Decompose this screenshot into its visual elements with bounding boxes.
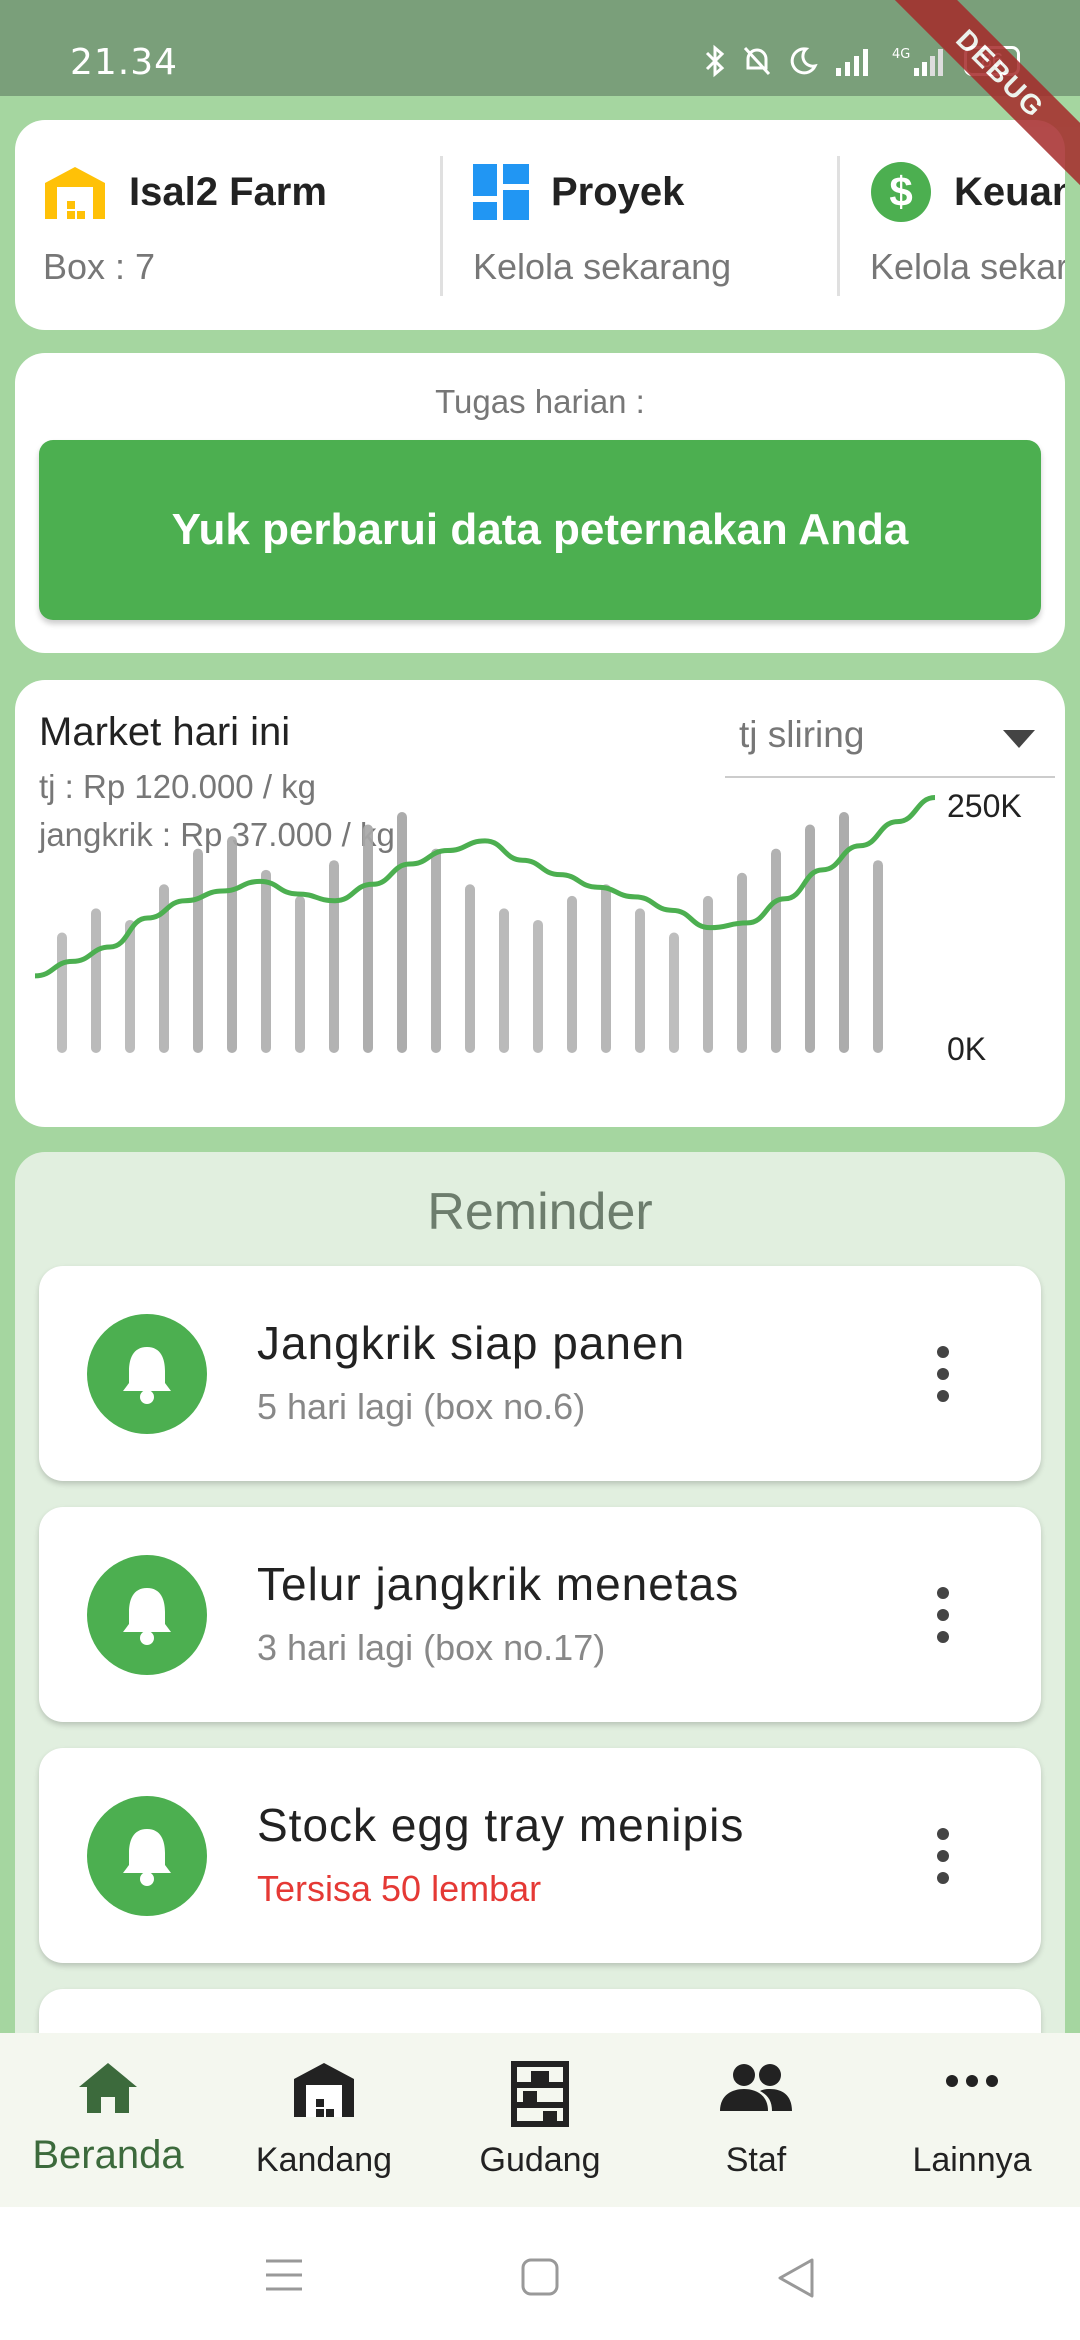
nav-label: Staf: [725, 2141, 787, 2179]
chart-bar: [567, 895, 577, 1053]
chart-bar: [193, 848, 203, 1053]
quick-item-farm[interactable]: Isal2 Farm Box : 7: [43, 156, 327, 296]
chart-bar: [635, 908, 645, 1053]
chart-bar: [465, 884, 475, 1053]
bell-icon: [87, 1314, 207, 1434]
nav-item-kandang[interactable]: Kandang: [216, 2033, 432, 2207]
home-button[interactable]: [520, 2257, 560, 2297]
chart-bar: [499, 908, 509, 1053]
home-icon: [79, 2063, 137, 2113]
reminder-subtitle-alert: Tersisa 50 lembar: [257, 1868, 542, 1909]
more-vertical-icon[interactable]: [923, 1344, 963, 1404]
nav-label: Gudang: [479, 2141, 601, 2179]
market-card: Market hari ini tj : Rp 120.000 / kg jan…: [15, 680, 1065, 1127]
quick-access-card: Isal2 Farm Box : 7 Proyek Kelola sekaran…: [15, 120, 1065, 330]
reminder-subtitle: 5 hari lagi (box no.6): [257, 1386, 586, 1427]
barn-icon: [294, 2063, 354, 2117]
bell-icon: [87, 1555, 207, 1675]
more-vertical-icon[interactable]: [923, 1585, 963, 1645]
chart-line: [34, 795, 936, 979]
chart-bar: [397, 812, 407, 1053]
chart-bar: [91, 908, 101, 1053]
recents-button[interactable]: [264, 2257, 304, 2293]
reminder-item[interactable]: Jangkrik siap panen 5 hari lagi (box no.…: [39, 1266, 1041, 1481]
nav-item-lainnya[interactable]: Lainnya: [864, 2033, 1080, 2207]
reminder-title: Telur jangkrik menetas: [257, 1558, 740, 1610]
quick-item-finance[interactable]: $ Keuangan Kelola sekarang: [870, 156, 1065, 296]
bottom-navigation: Beranda Kandang Gudang Staf Lainnya: [0, 2033, 1080, 2207]
signal-icon: [836, 49, 868, 76]
update-farm-data-button[interactable]: Yuk perbarui data peternakan Anda: [39, 440, 1041, 620]
market-chart: 250K 0K: [34, 788, 1022, 1067]
chart-bar: [703, 895, 713, 1053]
reminder-subtitle: 3 hari lagi (box no.17): [257, 1627, 606, 1668]
svg-text:4G: 4G: [892, 47, 910, 62]
reminder-item[interactable]: Telur jangkrik menetas 3 hari lagi (box …: [39, 1507, 1041, 1722]
quick-item-subtitle: Box : 7: [43, 246, 156, 287]
reminder-title: Jangkrik siap panen: [257, 1317, 686, 1369]
nav-item-gudang[interactable]: Gudang: [432, 2033, 648, 2207]
chart-bar: [431, 848, 441, 1053]
reminder-item[interactable]: Stock egg tray menipis Tersisa 50 lembar: [39, 1748, 1041, 1963]
bluetooth-icon: [705, 44, 725, 78]
more-horizontal-icon: [946, 2075, 998, 2087]
daily-task-card: Tugas harian : Yuk perbarui data peterna…: [15, 353, 1065, 653]
daily-task-label: Tugas harian :: [435, 383, 645, 420]
more-vertical-icon[interactable]: [923, 1826, 963, 1886]
divider: [440, 156, 443, 296]
moon-icon: [790, 47, 818, 75]
chart-bar: [295, 895, 305, 1053]
quick-item-title: Keuangan: [954, 169, 1065, 214]
system-navigation-bar: [0, 2207, 1080, 2340]
chart-bar: [805, 824, 815, 1053]
reminder-title: Stock egg tray menipis: [257, 1799, 745, 1851]
chart-bar: [227, 836, 237, 1053]
nav-label: Beranda: [32, 2133, 184, 2177]
chart-bar: [771, 848, 781, 1053]
dollar-icon: $: [871, 162, 931, 222]
mute-bell-icon: [743, 46, 771, 76]
chart-bar: [669, 932, 679, 1053]
y-tick-label: 250K: [947, 788, 1022, 824]
nav-label: Kandang: [255, 2141, 393, 2179]
quick-item-subtitle: Kelola sekarang: [870, 246, 1065, 287]
nav-label: Lainnya: [912, 2141, 1032, 2179]
quick-item-subtitle: Kelola sekarang: [473, 246, 732, 287]
signal-4g-icon: 4G: [892, 47, 943, 76]
svg-text:$: $: [889, 168, 912, 215]
chart-bar: [57, 932, 67, 1053]
status-time: 21.34: [70, 42, 179, 83]
reminder-heading: Reminder: [427, 1183, 653, 1241]
chart-bar: [873, 860, 883, 1053]
quick-item-project[interactable]: Proyek Kelola sekarang: [473, 156, 731, 296]
shelves-icon: [511, 2061, 569, 2127]
chart-bar: [601, 884, 611, 1053]
chart-bar: [533, 919, 543, 1053]
quick-item-title: Isal2 Farm: [129, 169, 327, 214]
y-tick-label: 0K: [947, 1031, 986, 1067]
divider: [837, 156, 840, 296]
dashboard-icon: [473, 164, 529, 220]
chart-bar: [363, 824, 373, 1053]
warehouse-icon: [45, 167, 105, 219]
people-icon: [720, 2064, 792, 2111]
nav-item-beranda[interactable]: Beranda: [0, 2033, 216, 2207]
nav-item-staf[interactable]: Staf: [648, 2033, 864, 2207]
chart-bar: [737, 872, 747, 1053]
quick-item-title: Proyek: [551, 169, 685, 214]
bell-icon: [87, 1796, 207, 1916]
chart-bar: [261, 869, 271, 1053]
back-button[interactable]: [776, 2257, 816, 2299]
chart-bar: [329, 860, 339, 1053]
